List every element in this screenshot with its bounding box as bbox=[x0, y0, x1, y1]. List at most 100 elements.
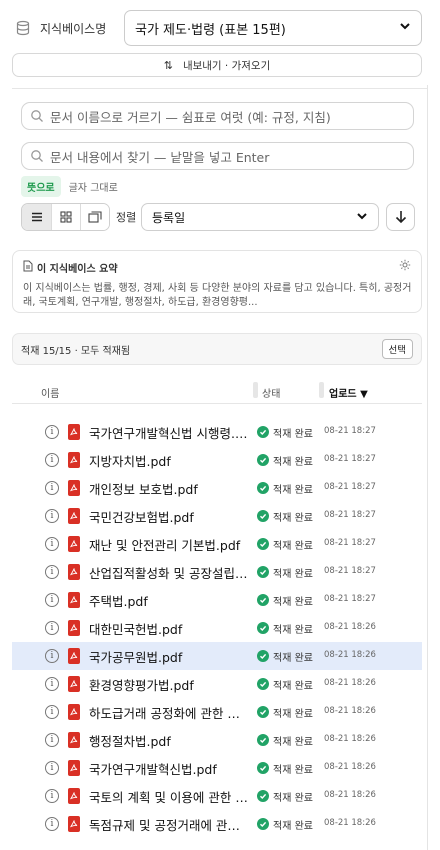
check-circle-icon bbox=[257, 650, 269, 662]
file-row[interactable]: i 국가공무원법.pdf 적재 완료 08-21 18:26 bbox=[12, 642, 422, 670]
file-list: i 국가연구개발혁신법 시행령.pdf 적재 완료 08-21 18:27 i 지방자치법… bbox=[12, 418, 422, 838]
database-icon bbox=[12, 17, 34, 39]
pdf-icon bbox=[68, 816, 80, 832]
load-status-bar: 적재 15/15 · 모두 적재됨 선택 bbox=[12, 333, 422, 365]
kb-select[interactable]: 국가 제도·법령 (표본 15편) bbox=[124, 10, 422, 46]
sort-direction-button[interactable] bbox=[386, 203, 415, 231]
file-name[interactable]: 개인정보 보호법.pdf bbox=[89, 479, 249, 498]
kb-summary-card: 이 지식베이스 요약 이 지식베이스는 법률, 행정, 경제, 사회 등 다양한… bbox=[12, 250, 422, 313]
title-filter-placeholder: 문서 이름으로 거르기 — 쉼표로 여럿 (예: 규정, 지침) bbox=[50, 109, 331, 125]
file-name[interactable]: 지방자치법.pdf bbox=[89, 451, 249, 470]
grid-view-button[interactable] bbox=[51, 204, 80, 230]
file-name[interactable]: 국가연구개발혁신법 시행령.pdf bbox=[89, 423, 249, 442]
export-import-button[interactable]: ⇅ 내보내기 · 가져오기 bbox=[12, 53, 422, 77]
column-resize-handle[interactable] bbox=[253, 382, 258, 398]
gear-icon[interactable] bbox=[399, 259, 411, 274]
view-mode-toggle bbox=[21, 203, 110, 231]
status-text: 적재 완료 bbox=[273, 457, 313, 468]
status-text: 적재 완료 bbox=[273, 429, 313, 440]
file-name[interactable]: 국토의 계획 및 이용에 관한 법률.pdf bbox=[89, 787, 249, 806]
export-import-label: 내보내기 · 가져오기 bbox=[182, 59, 271, 72]
column-header-upload[interactable]: 업로드 ▼ bbox=[329, 385, 368, 400]
info-icon[interactable]: i bbox=[45, 453, 59, 467]
upload-date: 08-21 18:27 bbox=[324, 454, 376, 464]
info-icon[interactable]: i bbox=[45, 621, 59, 635]
file-row[interactable]: i 국가연구개발혁신법.pdf 적재 완료 08-21 18:26 bbox=[12, 754, 422, 782]
file-name[interactable]: 환경영향평가법.pdf bbox=[89, 675, 249, 694]
grid-icon bbox=[60, 211, 72, 223]
info-icon[interactable]: i bbox=[45, 649, 59, 663]
list-view-button[interactable] bbox=[22, 204, 51, 230]
file-row[interactable]: i 산업집적활성화 및 공장설립에 관한 법률.pdf 적재 완료 08-21 18:… bbox=[12, 558, 422, 586]
file-name[interactable]: 국민건강보험법.pdf bbox=[89, 507, 249, 526]
file-row[interactable]: i 지방자치법.pdf 적재 완료 08-21 18:27 bbox=[12, 446, 422, 474]
sort-select[interactable]: 등록일 bbox=[141, 203, 379, 231]
file-name[interactable]: 재난 및 안전관리 기본법.pdf bbox=[89, 535, 249, 554]
upload-date: 08-21 18:26 bbox=[324, 706, 376, 716]
sort-label: 정렬 bbox=[116, 211, 137, 224]
semantic-mode-chip[interactable]: 뜻으로 bbox=[21, 175, 61, 197]
file-row[interactable]: i 행정절차법.pdf 적재 완료 08-21 18:26 bbox=[12, 726, 422, 754]
info-icon[interactable]: i bbox=[45, 817, 59, 831]
upload-date: 08-21 18:27 bbox=[324, 510, 376, 520]
info-icon[interactable]: i bbox=[45, 565, 59, 579]
info-icon[interactable]: i bbox=[45, 481, 59, 495]
card-view-button[interactable] bbox=[80, 204, 109, 230]
divider bbox=[12, 88, 427, 89]
check-circle-icon bbox=[257, 678, 269, 690]
upload-date: 08-21 18:26 bbox=[324, 650, 376, 660]
file-row[interactable]: i 국민건강보험법.pdf 적재 완료 08-21 18:27 bbox=[12, 502, 422, 530]
file-row[interactable]: i 주택법.pdf 적재 완료 08-21 18:27 bbox=[12, 586, 422, 614]
info-icon[interactable]: i bbox=[45, 509, 59, 523]
check-circle-icon bbox=[257, 790, 269, 802]
info-icon[interactable]: i bbox=[45, 677, 59, 691]
table-header: 이름 상태 업로드 ▼ bbox=[12, 380, 422, 404]
pdf-icon bbox=[68, 732, 80, 748]
summary-text: 이 지식베이스는 법률, 행정, 경제, 사회 등 다양한 분야의 자료를 담고… bbox=[23, 283, 412, 308]
file-row[interactable]: i 국가연구개발혁신법 시행령.pdf 적재 완료 08-21 18:27 bbox=[12, 418, 422, 446]
file-name[interactable]: 국가연구개발혁신법.pdf bbox=[89, 759, 249, 778]
column-resize-handle[interactable] bbox=[319, 382, 324, 398]
panel-edge bbox=[427, 85, 428, 850]
pdf-icon bbox=[68, 480, 80, 496]
content-search-input[interactable]: 문서 내용에서 찾기 — 낱말을 넣고 Enter bbox=[21, 142, 414, 170]
info-icon[interactable]: i bbox=[45, 537, 59, 551]
pdf-icon bbox=[68, 452, 80, 468]
info-icon[interactable]: i bbox=[45, 733, 59, 747]
file-name[interactable]: 산업집적활성화 및 공장설립에 관한 법률.pdf bbox=[89, 563, 249, 582]
file-name[interactable]: 행정절차법.pdf bbox=[89, 731, 249, 750]
file-row[interactable]: i 환경영향평가법.pdf 적재 완료 08-21 18:26 bbox=[12, 670, 422, 698]
upload-date: 08-21 18:26 bbox=[324, 622, 376, 632]
status-text: 적재 완료 bbox=[273, 737, 313, 748]
file-row[interactable]: i 개인정보 보호법.pdf 적재 완료 08-21 18:27 bbox=[12, 474, 422, 502]
upload-date: 08-21 18:26 bbox=[324, 734, 376, 744]
status-text: 적재 완료 bbox=[273, 709, 313, 720]
column-header-status[interactable]: 상태 bbox=[262, 385, 280, 400]
content-search-placeholder: 문서 내용에서 찾기 — 낱말을 넣고 Enter bbox=[50, 149, 270, 165]
check-circle-icon bbox=[257, 706, 269, 718]
literal-mode-option[interactable]: 글자 그대로 bbox=[69, 179, 118, 194]
info-icon[interactable]: i bbox=[45, 425, 59, 439]
file-name[interactable]: 대한민국헌법.pdf bbox=[89, 619, 249, 638]
file-row[interactable]: i 대한민국헌법.pdf 적재 완료 08-21 18:26 bbox=[12, 614, 422, 642]
select-button[interactable]: 선택 bbox=[381, 339, 413, 359]
title-filter-input[interactable]: 문서 이름으로 거르기 — 쉼표로 여럿 (예: 규정, 지침) bbox=[21, 102, 414, 130]
file-name[interactable]: 독점규제 및 공정거래에 관한 법률.pdf bbox=[89, 815, 249, 834]
column-header-name[interactable]: 이름 bbox=[41, 385, 59, 400]
upload-date: 08-21 18:27 bbox=[324, 538, 376, 548]
info-icon[interactable]: i bbox=[45, 705, 59, 719]
upload-date: 08-21 18:26 bbox=[324, 762, 376, 772]
info-icon[interactable]: i bbox=[45, 761, 59, 775]
info-icon[interactable]: i bbox=[45, 593, 59, 607]
file-row[interactable]: i 하도급거래 공정화에 관한 법률.pdf 적재 완료 08-21 18:26 bbox=[12, 698, 422, 726]
status-text: 적재 완료 bbox=[273, 821, 313, 832]
pdf-icon bbox=[68, 424, 80, 440]
file-name[interactable]: 국가공무원법.pdf bbox=[89, 647, 249, 666]
file-name[interactable]: 주택법.pdf bbox=[89, 591, 249, 610]
file-name[interactable]: 하도급거래 공정화에 관한 법률.pdf bbox=[89, 703, 249, 722]
summary-title: 이 지식베이스 요약 bbox=[37, 264, 118, 275]
file-row[interactable]: i 재난 및 안전관리 기본법.pdf 적재 완료 08-21 18:27 bbox=[12, 530, 422, 558]
info-icon[interactable]: i bbox=[45, 789, 59, 803]
file-row[interactable]: i 독점규제 및 공정거래에 관한 법률.pdf 적재 완료 08-21 18:26 bbox=[12, 810, 422, 838]
file-row[interactable]: i 국토의 계획 및 이용에 관한 법률.pdf 적재 완료 08-21 18:26 bbox=[12, 782, 422, 810]
